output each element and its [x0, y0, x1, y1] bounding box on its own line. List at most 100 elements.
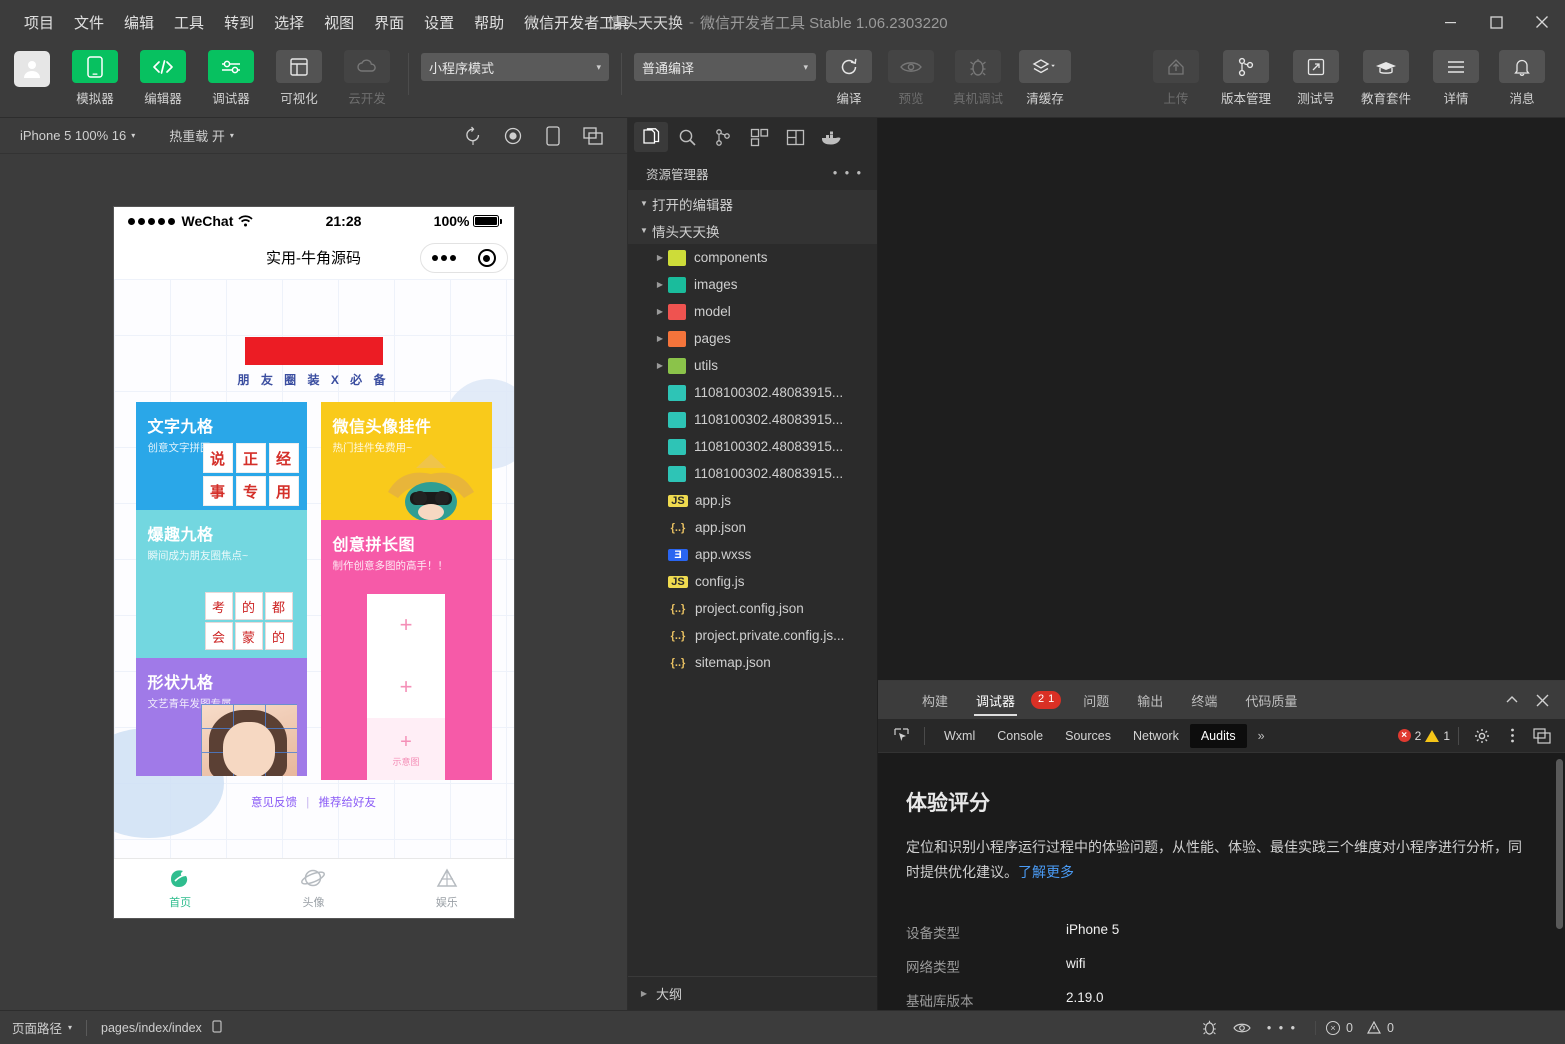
toolbar-button-simulator[interactable]: 模拟器 [66, 50, 124, 107]
dock-panel-icon[interactable] [1527, 721, 1557, 751]
maximize-button[interactable] [1473, 0, 1519, 44]
audits-scrollbar[interactable] [1556, 759, 1563, 929]
status-page-path[interactable]: 页面路径 ▾ pages/index/index [0, 1018, 224, 1037]
devtools-tab-console[interactable]: Console [986, 724, 1054, 748]
menu-item-file[interactable]: 文件 [64, 8, 114, 37]
panel-close-button[interactable] [1527, 685, 1557, 715]
panel-tab-build[interactable]: 构建 [908, 682, 962, 718]
hot-reload-selector[interactable]: 热重载 开 ▾ [163, 124, 240, 147]
gear-icon[interactable] [1467, 721, 1497, 751]
copy-icon[interactable] [212, 1020, 224, 1035]
devtools-tab-wxml[interactable]: Wxml [933, 724, 986, 748]
more-dots-icon-capsule[interactable] [432, 255, 456, 261]
feature-card-avatar-frame[interactable]: 微信头像挂件 热门挂件免费用~ [321, 402, 492, 520]
menu-item-project[interactable]: 项目 [14, 8, 64, 37]
record-icon[interactable] [493, 127, 533, 145]
tree-folder-images[interactable]: ▶ images [628, 271, 877, 298]
tree-file-app-wxss[interactable]: Ǝ app.wxss [628, 541, 877, 568]
toolbar-button-upload[interactable]: 上传 [1147, 50, 1205, 107]
editor-area[interactable] [878, 118, 1565, 680]
panel-tab-problems[interactable]: 问题 [1069, 682, 1123, 718]
panel-tab-codequality[interactable]: 代码质量 [1231, 682, 1311, 718]
toolbar-button-education[interactable]: 教育套件 [1353, 50, 1419, 107]
rotate-icon[interactable] [453, 126, 493, 146]
multi-screen-icon[interactable] [573, 127, 613, 145]
menu-item-help[interactable]: 帮助 [464, 8, 514, 37]
toolbar-button-debugger[interactable]: 调试器 [202, 50, 260, 107]
panel-tab-output[interactable]: 输出 [1123, 682, 1177, 718]
toolbar-button-testid[interactable]: 测试号 [1287, 50, 1345, 107]
kebab-menu-icon[interactable] [1497, 721, 1527, 751]
close-target-icon[interactable] [478, 249, 496, 267]
tree-file-image-2[interactable]: 1108100302.48083915... [628, 406, 877, 433]
tree-file-config-js[interactable]: JS config.js [628, 568, 877, 595]
tree-folder-utils[interactable]: ▶ utils [628, 352, 877, 379]
tree-file-image-1[interactable]: 1108100302.48083915... [628, 379, 877, 406]
menu-item-interface[interactable]: 界面 [364, 8, 414, 37]
files-icon[interactable] [634, 122, 668, 152]
more-dots-icon[interactable]: • • • [833, 166, 863, 180]
status-issue-counts[interactable]: × 0 0 [1315, 1021, 1565, 1035]
toolbar-button-cloud[interactable]: 云开发 [338, 50, 396, 107]
learn-more-link[interactable]: 了解更多 [1018, 864, 1074, 880]
toolbar-button-editor[interactable]: 编辑器 [134, 50, 192, 107]
tree-file-sitemap[interactable]: {..} sitemap.json [628, 649, 877, 676]
toolbar-button-clearcache[interactable]: 清缓存 [1016, 50, 1074, 107]
device-selector[interactable]: iPhone 5 100% 16 ▾ [14, 126, 141, 145]
menu-item-goto[interactable]: 转到 [214, 8, 264, 37]
feedback-link[interactable]: 意见反馈 [251, 797, 297, 809]
phone-tab-avatar[interactable]: 头像 [247, 859, 380, 918]
tree-file-project-config[interactable]: {..} project.config.json [628, 595, 877, 622]
eye-icon[interactable] [1233, 1021, 1251, 1035]
devtools-tab-network[interactable]: Network [1122, 724, 1190, 748]
menu-item-view[interactable]: 视图 [314, 8, 364, 37]
tree-folder-components[interactable]: ▶ components [628, 244, 877, 271]
menu-item-settings[interactable]: 设置 [414, 8, 464, 37]
recommend-link[interactable]: 推荐给好友 [318, 797, 376, 809]
outline-section[interactable]: ▶ 大纲 [628, 976, 877, 1010]
feature-card-shape-grid[interactable]: 形状九格 文艺青年发图专属 [136, 658, 307, 776]
tree-folder-pages[interactable]: ▶ pages [628, 325, 877, 352]
chevron-up-icon[interactable] [1497, 685, 1527, 715]
wechat-capsule-button[interactable] [420, 243, 508, 273]
toolbar-button-visual[interactable]: 可视化 [270, 50, 328, 107]
mode-select[interactable]: 小程序模式 ▾ [421, 53, 609, 81]
toolbar-button-realdevice[interactable]: 真机调试 [944, 50, 1012, 107]
promo-banner[interactable]: 朋 友 圈 装 X 必 备 [114, 279, 514, 388]
menu-item-tools[interactable]: 工具 [164, 8, 214, 37]
devtools-issue-counts[interactable]: × 2 1 [1398, 729, 1450, 743]
phone-tab-entertainment[interactable]: 娱乐 [380, 859, 513, 918]
inspect-element-icon[interactable] [886, 721, 916, 751]
toolbar-button-messages[interactable]: 消息 [1493, 50, 1551, 107]
close-button[interactable] [1519, 0, 1565, 44]
panel-tab-terminal[interactable]: 终端 [1177, 682, 1231, 718]
feature-card-long-image[interactable]: 创意拼长图 制作创意多图的高手！！ + + +示意图 [321, 520, 492, 780]
docker-icon[interactable] [814, 122, 848, 152]
feature-card-text-grid[interactable]: 文字九格 创意文字拼图 说 正 经 事 专 用 [136, 402, 307, 510]
minimize-button[interactable] [1427, 0, 1473, 44]
tree-file-app-js[interactable]: JS app.js [628, 487, 877, 514]
bug-icon[interactable] [1202, 1019, 1217, 1036]
devtools-overflow-button[interactable]: » [1247, 724, 1276, 748]
tree-section-open-editors[interactable]: ▼ 打开的编辑器 [628, 190, 877, 217]
more-dots-icon-status[interactable]: • • • [1267, 1021, 1297, 1035]
devtools-tab-audits[interactable]: Audits [1190, 724, 1247, 748]
menu-item-select[interactable]: 选择 [264, 8, 314, 37]
source-control-icon[interactable] [706, 122, 740, 152]
tree-file-image-3[interactable]: 1108100302.48083915... [628, 433, 877, 460]
cloud-storage-icon[interactable] [778, 122, 812, 152]
tree-folder-model[interactable]: ▶ model [628, 298, 877, 325]
extensions-icon[interactable] [742, 122, 776, 152]
toolbar-button-details[interactable]: 详情 [1427, 50, 1485, 107]
toolbar-button-version[interactable]: 版本管理 [1213, 50, 1279, 107]
user-avatar-button[interactable] [14, 51, 50, 87]
phone-tab-home[interactable]: 首页 [114, 859, 247, 918]
tree-file-project-private-config[interactable]: {..} project.private.config.js... [628, 622, 877, 649]
toolbar-button-preview[interactable]: 预览 [882, 50, 940, 107]
tree-file-app-json[interactable]: {..} app.json [628, 514, 877, 541]
tree-section-project[interactable]: ▼ 情头天天换 [628, 217, 877, 244]
compile-mode-select[interactable]: 普通编译 ▾ [634, 53, 816, 81]
devtools-tab-sources[interactable]: Sources [1054, 724, 1122, 748]
device-icon[interactable] [533, 126, 573, 146]
menu-item-edit[interactable]: 编辑 [114, 8, 164, 37]
